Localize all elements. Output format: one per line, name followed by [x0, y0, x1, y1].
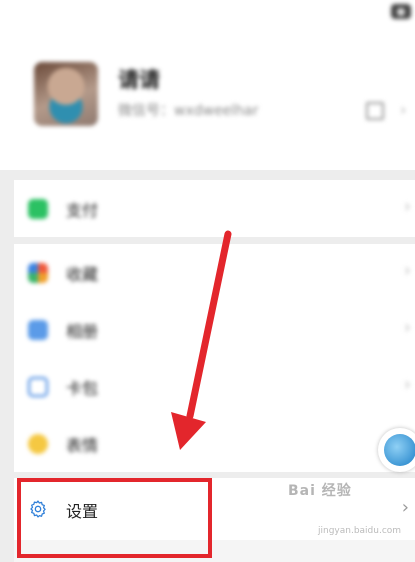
- arrow-shaft: [186, 230, 232, 420]
- arrow-annotation: [171, 230, 232, 450]
- arrow-head: [171, 412, 206, 450]
